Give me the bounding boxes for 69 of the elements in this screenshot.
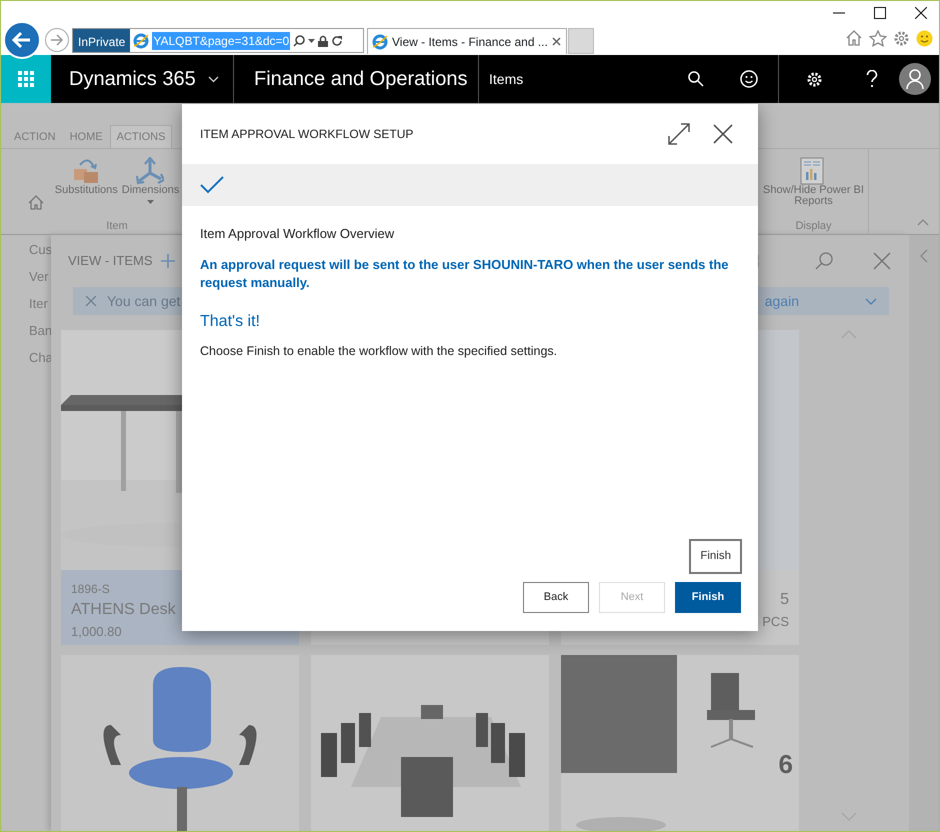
refresh-icon [331,34,344,46]
axes-icon [136,157,164,185]
waffle-icon [18,71,34,87]
item-number: 1896-S [71,581,111,598]
nav-link[interactable]: Ban [29,321,51,348]
home-icon[interactable] [28,195,44,210]
notice-link[interactable]: again [764,290,799,312]
browser-tab[interactable]: View - Items - Finance and ... [367,28,567,54]
item-name: ATHENS Desk [71,600,177,620]
expand-icon [668,123,690,145]
view-title: VIEW - ITEMS [68,252,152,270]
caret-icon [308,38,316,42]
smiley-icon[interactable] [916,30,933,47]
gear-icon [806,70,822,88]
search-icon [688,71,704,87]
chevron-down-icon [208,76,219,82]
ribbon-button[interactable]: Substitutions [54,157,118,218]
lock-icon [318,34,328,46]
item-unit: PCS [762,613,789,631]
browser-logo-icon [372,34,388,50]
nav-link[interactable]: Iter [29,294,51,321]
address-text: YALQBT&page=31&dc=0 [152,32,290,50]
maximize-icon[interactable] [874,7,886,19]
boxes-icon [72,157,100,185]
search-icon[interactable] [815,252,833,270]
question-icon [866,70,878,88]
section-subtitle: That's it! [200,312,261,332]
chevron-up-icon[interactable] [917,219,929,226]
search-icon [293,34,306,46]
group-label: Item [106,218,128,234]
dialog-title: ITEM APPROVAL WORKFLOW SETUP [200,126,414,143]
address-bar[interactable]: InPrivate YALQBT&page=31&dc=0 [72,28,364,53]
dialog-button[interactable]: Back [523,582,589,613]
star-icon[interactable] [869,30,887,47]
inprivate-badge: InPrivate [73,29,130,52]
ribbon-button[interactable]: Show/Hide Power BI Reports [762,157,866,218]
plus-icon[interactable] [160,254,174,268]
approval-message: An approval request will be sent to the user SHOUNIN-TARO when the user sends the request manually. [200,256,730,292]
browser-logo-icon [133,32,150,48]
page-title: Items [488,70,524,88]
forward-button[interactable] [45,28,69,52]
arrow-right-icon [50,34,64,46]
tooltip: Finish [689,538,742,574]
module-title: Finance and Operations [234,55,479,103]
close-icon[interactable] [915,7,927,19]
smiley-icon [740,70,758,88]
dialog-button[interactable]: Finish [675,582,741,613]
nav-link[interactable]: Ver [29,267,51,294]
count-label: 6 [778,748,793,781]
person-icon [906,69,924,89]
ribbon-button[interactable]: Dimensions [122,157,180,218]
ribbon-tab[interactable]: ACTIONS [110,125,172,148]
ribbon-tab[interactable]: HOME [62,125,110,148]
home-icon[interactable] [845,30,863,46]
ribbon-tab[interactable]: ACTION [7,125,63,148]
group-label: Display [795,218,832,234]
item-quantity: 5 [780,590,789,610]
avatar[interactable] [899,63,931,95]
arrow-left-icon [12,31,32,49]
item-price: 1,000.80 [71,623,123,641]
close-icon [713,124,733,144]
instruction-text: Choose Finish to enable the workflow with the specified settings. [200,342,558,360]
product-menu[interactable]: Dynamics 365 [51,55,234,103]
app-launcher-button[interactable] [1,55,51,103]
notice-text: You can get [107,292,180,311]
nav-link[interactable]: Cus [29,240,51,267]
chevron-down-icon[interactable] [865,298,877,304]
gear-icon[interactable] [893,30,910,47]
section-heading: Item Approval Workflow Overview [200,225,396,243]
